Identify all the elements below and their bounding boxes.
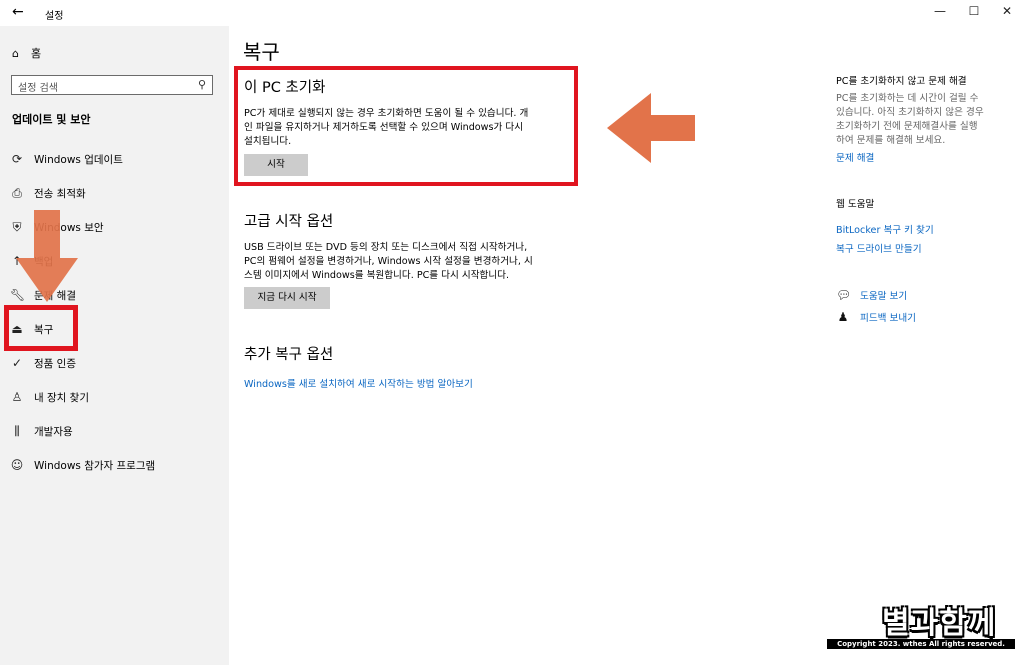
reset-description: PC가 제대로 실행되지 않는 경우 초기화하면 도움이 될 수 있습니다. 개… [244,107,574,149]
fix-without-reset-description: PC를 초기화하는 데 시간이 걸릴 수 있습니다. 아직 초기화하지 않은 경… [836,92,1006,148]
recovery-highlight-box [4,305,78,351]
sidebar-item-label: 내 장치 찾기 [34,391,89,404]
close-button[interactable]: ✕ [997,4,1017,18]
bitlocker-key-link[interactable]: BitLocker 복구 키 찾기 [836,222,934,236]
sync-icon: ⟳ [11,152,23,166]
feedback-icon: ♟ [837,310,849,324]
home-label: 홈 [30,47,42,60]
check-circle-icon: ✓ [11,356,23,370]
back-arrow-icon[interactable]: ← [12,4,24,20]
advanced-desc-line: USB 드라이브 또는 DVD 등의 장치 또는 디스크에서 직접 시작하거나, [244,242,528,253]
minimize-button[interactable]: — [930,4,950,18]
fix-desc-line: 초기화하기 전에 문제해결사를 실행 [836,121,978,132]
fix-desc-line: 하여 문제를 해결해 보세요. [836,135,946,146]
give-feedback-link[interactable]: ♟ 피드백 보내기 [836,310,916,324]
maximize-button[interactable]: ☐ [964,4,984,18]
recovery-drive-link[interactable]: 복구 드라이브 만들기 [836,241,922,255]
window-title: 설정 [45,11,64,22]
home-icon: ⌂ [12,46,19,60]
advanced-desc-line: 스템 이미지에서 Windows를 복원합니다. PC를 다시 시작합니다. [244,270,510,281]
delivery-icon: ⎙ [12,185,22,200]
search-input[interactable]: 설정 검색 ⚲ [11,75,213,95]
insider-icon: ☺ [10,458,24,472]
sidebar-item-label: 전송 최적화 [34,187,86,200]
troubleshoot-link[interactable]: 문제 해결 [836,150,874,164]
sidebar-item-for-developers[interactable]: ⫼ 개발자용 [0,418,229,444]
fresh-start-link[interactable]: Windows를 새로 설치하여 새로 시작하는 방법 알아보기 [244,376,473,390]
sidebar-item-label: Windows 참가자 프로그램 [34,459,156,472]
person-pin-icon: ♙ [11,390,23,404]
reset-start-button[interactable]: 시작 [244,154,308,176]
title-bar: ← 설정 — ☐ ✕ [0,0,1024,26]
sidebar-item-windows-update[interactable]: ⟳ Windows 업데이트 [0,146,229,172]
get-help-label: 도움말 보기 [860,291,908,302]
get-help-link[interactable]: 💬︎ 도움말 보기 [836,288,907,302]
advanced-desc-line: PC의 펌웨어 설정을 변경하거나, Windows 시작 설정을 변경하거나,… [244,256,533,267]
fix-desc-line: PC를 초기화하는 데 시간이 걸릴 수 [836,93,979,104]
down-arrow-icon [16,210,78,302]
more-recovery-heading: 추가 복구 옵션 [244,347,334,363]
search-icon[interactable]: ⚲ [198,78,206,91]
reset-desc-line: PC가 제대로 실행되지 않는 경우 초기화하면 도움이 될 수 있습니다. 개 [244,108,529,119]
web-help-heading: 웹 도움말 [836,199,875,210]
page-title: 복구 [243,40,280,64]
reset-desc-line: 인 파일을 유지하거나 제거하도록 선택할 수 있으며 Windows가 다시 [244,122,524,133]
sidebar-item-insider-program[interactable]: ☺ Windows 참가자 프로그램 [0,452,229,478]
sidebar-item-find-my-device[interactable]: ♙ 내 장치 찾기 [0,384,229,410]
reset-desc-line: 설치됩니다. [244,136,292,147]
restart-now-button[interactable]: 지금 다시 시작 [244,287,330,309]
sidebar-section-title: 업데이트 및 보안 [12,113,91,126]
sidebar-item-activation[interactable]: ✓ 정품 인증 [0,350,229,376]
sidebar-item-label: Windows 업데이트 [34,153,123,166]
home-link[interactable]: ⌂ 홈 [12,45,41,61]
give-feedback-label: 피드백 보내기 [860,313,917,324]
sidebar-item-delivery-optimization[interactable]: ⎙ 전송 최적화 [0,180,229,206]
sidebar-item-label: 정품 인증 [34,357,76,370]
reset-heading: 이 PC 초기화 [244,80,326,96]
advanced-startup-heading: 고급 시작 옵션 [244,214,334,230]
watermark-copyright: Copyright 2023. wthes All rights reserve… [827,639,1015,649]
left-arrow-icon [607,93,695,163]
watermark-brand: 별과함께 [882,606,997,641]
fix-desc-line: 있습니다. 아직 초기화하지 않은 경우 [836,107,984,118]
sidebar-item-label: 개발자용 [34,425,73,438]
help-chat-icon: 💬︎ [836,288,852,302]
fix-without-reset-heading: PC를 초기화하지 않고 문제 해결 [836,76,967,87]
advanced-startup-description: USB 드라이브 또는 DVD 등의 장치 또는 디스크에서 직접 시작하거나,… [244,241,574,283]
search-placeholder: 설정 검색 [18,83,58,94]
developer-icon: ⫼ [14,423,20,438]
